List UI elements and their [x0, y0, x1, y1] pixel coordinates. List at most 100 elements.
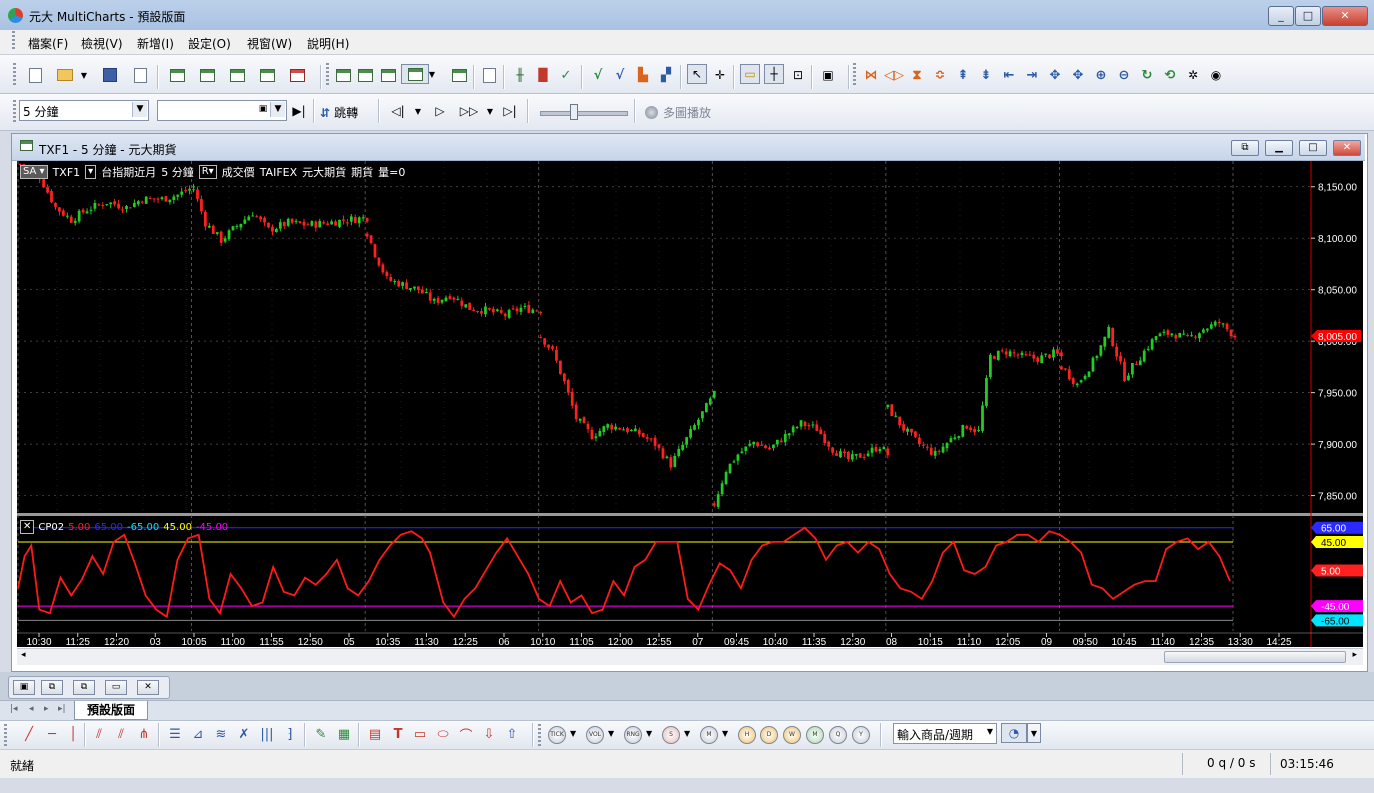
- multi-play-button[interactable]: 多圖播放: [645, 104, 711, 121]
- prev-tab-icon[interactable]: ◂: [29, 704, 34, 714]
- minimize-button[interactable]: _: [1268, 6, 1294, 26]
- volume-chart-icon[interactable]: VOL: [586, 726, 604, 744]
- toolbar-grip[interactable]: [538, 724, 541, 746]
- menu-settings[interactable]: 設定(O): [188, 35, 231, 52]
- ellipse-icon[interactable]: ⬭: [434, 726, 452, 742]
- week-chart-icon[interactable]: W: [783, 726, 801, 744]
- expand-vertical-button[interactable]: ≎: [930, 65, 950, 85]
- menubar-grip[interactable]: [12, 31, 15, 51]
- ws-close-button[interactable]: ✕: [137, 680, 159, 695]
- chart-close-button[interactable]: ✕: [1333, 140, 1361, 156]
- status-line-button[interactable]: ▣: [818, 65, 838, 85]
- scroll-right-arrow-icon[interactable]: ▸: [1352, 650, 1357, 660]
- open-dropdown-button[interactable]: ▼: [78, 65, 90, 85]
- pitchfork-icon[interactable]: ⋔: [135, 726, 153, 742]
- zoom-in-button[interactable]: ⊕: [1091, 65, 1111, 85]
- insert-study-button[interactable]: [449, 65, 469, 85]
- point-figure-button[interactable]: ▞: [656, 65, 676, 85]
- fibonacci-icon[interactable]: ☰: [166, 726, 184, 742]
- volume-chart-button[interactable]: ▙: [633, 65, 653, 85]
- scroll-right-button[interactable]: ⇥: [1022, 65, 1042, 85]
- move-left-button[interactable]: ✥: [1045, 65, 1065, 85]
- new-scanner-button[interactable]: [197, 65, 217, 85]
- horizontal-line-icon[interactable]: ─: [43, 726, 61, 742]
- time-zones-icon[interactable]: ⁆: [281, 726, 299, 742]
- line-button[interactable]: ✓: [556, 65, 576, 85]
- minutes-chart-icon[interactable]: M: [700, 726, 718, 744]
- new-order-button[interactable]: [287, 65, 307, 85]
- arrow-down-icon[interactable]: ⇩: [480, 726, 498, 742]
- chevron-down-icon[interactable]: ▼: [722, 729, 728, 738]
- hide-button[interactable]: ◉: [1206, 65, 1226, 85]
- toolbar-grip[interactable]: [4, 724, 7, 746]
- grid-icon[interactable]: ▦: [335, 726, 353, 742]
- pencil-icon[interactable]: ✎: [312, 726, 330, 742]
- zigzag-button[interactable]: √: [588, 65, 608, 85]
- new-chart-button[interactable]: [167, 65, 187, 85]
- new-portfolio-button[interactable]: [257, 65, 277, 85]
- chart-minimize-button[interactable]: ▁: [1265, 140, 1293, 156]
- r-badge[interactable]: R▾: [198, 165, 217, 179]
- arc-icon[interactable]: ⌒: [457, 726, 475, 744]
- step-forward-button[interactable]: ▷▷: [459, 101, 479, 121]
- ws-maximize-button[interactable]: ▭: [105, 680, 127, 695]
- step-back-dropdown[interactable]: ▼: [412, 101, 424, 121]
- chart-horizontal-scrollbar[interactable]: ◂ ▸: [17, 648, 1363, 665]
- menu-help[interactable]: 說明(H): [307, 35, 349, 52]
- chart-maximize-button[interactable]: □: [1299, 140, 1327, 156]
- symbol-dropdown-icon[interactable]: ▾: [85, 165, 97, 179]
- sa-badge[interactable]: SA ▾: [20, 165, 48, 179]
- seconds-chart-icon[interactable]: S: [662, 726, 680, 744]
- data-window-button[interactable]: [479, 65, 499, 85]
- chart-type-bar-button[interactable]: [333, 65, 353, 85]
- save-button[interactable]: [100, 65, 120, 85]
- text-icon[interactable]: T: [389, 726, 407, 742]
- month-chart-icon[interactable]: M: [806, 726, 824, 744]
- quarter-chart-icon[interactable]: Q: [829, 726, 847, 744]
- chart-type-dropdown[interactable]: ▼: [426, 64, 438, 84]
- restore-chart-button[interactable]: ▣: [13, 680, 35, 695]
- range-chart-icon[interactable]: RNG: [624, 726, 642, 744]
- channel-icon[interactable]: ⫽: [90, 726, 108, 742]
- restore-button[interactable]: □: [1295, 6, 1321, 26]
- chart-type-candle-button[interactable]: [355, 65, 375, 85]
- calendar-icon[interactable]: ▣: [256, 102, 270, 117]
- chevron-down-icon[interactable]: ▼: [646, 729, 652, 738]
- chart-type-line-button[interactable]: [378, 65, 398, 85]
- detach-button[interactable]: ⧉: [1231, 140, 1259, 156]
- price-chart-svg[interactable]: 8,150.008,100.008,050.008,000.007,950.00…: [17, 161, 1363, 647]
- chart-window-titlebar[interactable]: TXF1 - 5 分鐘 - 元大期貨 ⧉ ▁ □ ✕: [12, 134, 1365, 161]
- zoom-bars-in-button[interactable]: ⋈: [861, 65, 881, 85]
- goto-last-button[interactable]: ▷|: [500, 101, 520, 121]
- save-workspace-button[interactable]: [130, 65, 150, 85]
- scroll-down-button[interactable]: ⇟: [976, 65, 996, 85]
- rectangle-icon[interactable]: ▭: [411, 726, 429, 742]
- new-dom-button[interactable]: [227, 65, 247, 85]
- renko-button[interactable]: √: [610, 65, 630, 85]
- parallel-lines-icon[interactable]: ⫽: [112, 726, 130, 742]
- compress-vertical-button[interactable]: ⧗: [907, 65, 927, 85]
- indicator-close-icon[interactable]: ✕: [20, 520, 35, 534]
- chevron-down-icon[interactable]: ▼: [684, 729, 690, 738]
- candles-button[interactable]: ▐▌: [533, 65, 553, 85]
- pointer-tool-button[interactable]: ↖: [687, 64, 707, 84]
- cycle-lines-icon[interactable]: ≋: [212, 726, 230, 742]
- sync-dropdown[interactable]: ▼: [1027, 723, 1041, 743]
- goto-button[interactable]: ⇵ 跳轉: [320, 104, 358, 121]
- move-right-button[interactable]: ✥: [1068, 65, 1088, 85]
- day-chart-icon[interactable]: D: [760, 726, 778, 744]
- step-back-button[interactable]: ◁|: [388, 101, 408, 121]
- hour-chart-icon[interactable]: H: [738, 726, 756, 744]
- chevron-down-icon[interactable]: ▼: [570, 729, 576, 738]
- menu-insert[interactable]: 新增(I): [137, 35, 174, 52]
- sync-button[interactable]: ◔: [1001, 723, 1027, 743]
- speed-lines-icon[interactable]: ✗: [235, 726, 253, 742]
- ohlc-bars-button[interactable]: ╫: [510, 65, 530, 85]
- arrow-up-icon[interactable]: ⇧: [503, 726, 521, 742]
- symbol-input[interactable]: ▣ ▼: [157, 100, 287, 121]
- year-chart-icon[interactable]: Y: [852, 726, 870, 744]
- gann-icon[interactable]: ⊿: [189, 726, 207, 742]
- ws-cascade-button[interactable]: ⧉: [73, 680, 95, 695]
- scrollbar-thumb[interactable]: [1164, 651, 1346, 663]
- open-folder-button[interactable]: [55, 65, 75, 85]
